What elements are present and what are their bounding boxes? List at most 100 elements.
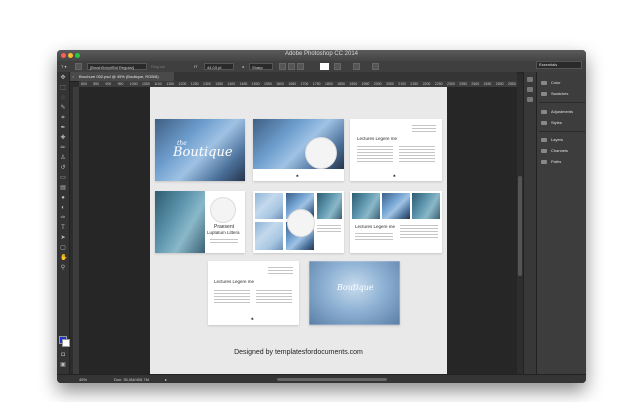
back-cover-brand-text: Boutique <box>337 283 374 292</box>
align-right-button[interactable] <box>297 63 304 70</box>
swatches-icon <box>541 92 547 96</box>
panel-channels[interactable]: Channels <box>541 147 568 155</box>
lasso-tool-icon[interactable]: ◌ <box>60 95 66 101</box>
panel-label-swatches: Swatches <box>551 91 569 96</box>
move-tool-icon[interactable]: ✥ <box>60 75 66 81</box>
anti-alias-select[interactable]: Sharp <box>249 63 273 70</box>
status-menu-arrow-icon[interactable]: ▸ <box>165 375 167 383</box>
horizontal-scroll-thumb[interactable] <box>277 378 387 381</box>
document-tab-label: Brochure 002.psd @ 45% (Boutique, RGB/8) <box>79 74 159 79</box>
page-6-text-col-1 <box>355 233 393 242</box>
panel-label-color: Color <box>551 80 561 85</box>
page-7-text-col-1 <box>214 290 250 305</box>
anti-alias-icon: a <box>242 64 245 69</box>
page-3-intro-text <box>412 125 436 134</box>
character-panel-button[interactable] <box>353 63 360 70</box>
panel-swatches[interactable]: Swatches <box>541 90 568 98</box>
collage-photo-4 <box>255 222 283 250</box>
hand-tool-icon[interactable]: ✋ <box>60 255 67 261</box>
tools-panel: ✥ ⬚ ◌ ✎ ⌗ ✒ ✚ ✏ ♙ ↺ ▭ ▤ ● ◐ ✑ T ➤ ▢ ✋ ⚲ … <box>57 72 70 374</box>
panel-label-paths: Paths <box>551 159 562 164</box>
document-page: the Boutique ♣ Lectures Legere me ♣ Prae… <box>150 87 447 374</box>
quick-mask-icon[interactable]: ◘ <box>60 352 66 358</box>
eyedropper-tool-icon[interactable]: ✒ <box>60 125 66 131</box>
orientation-toggle-icon[interactable] <box>75 63 82 70</box>
status-bar: 45% Doc: 35,0M/405,7M ▸ <box>57 374 586 383</box>
panel-adjustments[interactable]: Adjustments <box>541 108 573 116</box>
page-4-photo <box>155 191 205 253</box>
designer-credit: Designed by templatesfordocuments.com <box>234 349 363 356</box>
canvas-area[interactable]: the Boutique ♣ Lectures Legere me ♣ Prae… <box>79 87 517 374</box>
brochure-page-1: the Boutique <box>155 119 245 181</box>
page-7-text-col-2 <box>256 290 292 305</box>
panel-label-styles: Styles <box>551 120 562 125</box>
font-size-icon: tT <box>194 64 198 69</box>
brand-title-text: Boutique <box>173 145 233 160</box>
photoshop-window: Adobe Photoshop CC 2014 T ▾ [BrushScript… <box>57 50 586 383</box>
warp-text-button[interactable] <box>334 63 341 70</box>
layers-icon <box>541 138 547 142</box>
brush-tool-icon[interactable]: ✏ <box>60 145 66 151</box>
eraser-tool-icon[interactable]: ▭ <box>60 175 66 181</box>
strip-photo-1 <box>352 193 380 219</box>
clone-stamp-tool-icon[interactable]: ♙ <box>60 155 66 161</box>
font-size-field[interactable]: 44,03 pt <box>204 63 234 70</box>
zoom-level[interactable]: 45% <box>79 375 87 383</box>
text-color-swatch[interactable] <box>320 63 329 70</box>
history-panel-icon[interactable] <box>527 77 533 82</box>
vertical-scroll-thumb[interactable] <box>518 176 522 276</box>
brochure-page-3: Lectures Legere me ♣ <box>350 119 442 181</box>
align-left-button[interactable] <box>279 63 286 70</box>
path-selection-tool-icon[interactable]: ➤ <box>60 235 66 241</box>
blur-tool-icon[interactable]: ● <box>60 195 66 201</box>
logo-mark-icon: ♣ <box>393 173 396 178</box>
styles-icon <box>541 121 547 125</box>
properties-panel-icon[interactable] <box>527 87 533 92</box>
rectangle-tool-icon[interactable]: ▢ <box>60 245 66 251</box>
type-tool-icon[interactable]: T <box>60 225 66 231</box>
type-tool-preset-icon[interactable]: T ▾ <box>61 63 67 70</box>
marquee-tool-icon[interactable]: ⬚ <box>60 85 66 91</box>
panel-color[interactable]: Color <box>541 79 561 87</box>
panel-label-adjustments: Adjustments <box>551 109 574 114</box>
page-5-circle-badge <box>287 209 315 237</box>
crop-tool-icon[interactable]: ⌗ <box>60 115 66 121</box>
history-brush-tool-icon[interactable]: ↺ <box>60 165 66 171</box>
right-panel-dock: Color Swatches Adjustments Styles Layers… <box>536 72 586 374</box>
workspace-select[interactable]: Essentials <box>536 61 582 69</box>
brochure-page-7: Lectures Legere me ♣ <box>208 261 299 325</box>
logo-mark-icon: ♣ <box>296 173 299 178</box>
zoom-tool-icon[interactable]: ⚲ <box>60 265 66 271</box>
panel-label-channels: Channels <box>551 148 568 153</box>
paths-icon <box>541 160 547 164</box>
strip-photo-3 <box>412 193 440 219</box>
panel-label-layers: Layers <box>551 137 564 142</box>
dodge-tool-icon[interactable]: ◐ <box>60 205 66 211</box>
character-panel-icon[interactable] <box>527 97 533 102</box>
3d-button[interactable] <box>372 63 379 70</box>
panel-layers[interactable]: Layers <box>541 136 563 144</box>
brochure-page-6: Lectures Legere me <box>350 191 442 253</box>
panel-paths[interactable]: Paths <box>541 158 561 166</box>
page-4-text <box>210 239 238 245</box>
quick-select-tool-icon[interactable]: ✎ <box>60 105 66 111</box>
document-tab[interactable]: × Brochure 002.psd @ 45% (Boutique, RGB/… <box>69 72 174 81</box>
healing-brush-tool-icon[interactable]: ✚ <box>60 135 66 141</box>
font-style-select[interactable]: Regular <box>151 63 181 70</box>
logo-mark-icon: ♣ <box>251 316 254 321</box>
pen-tool-icon[interactable]: ✑ <box>60 215 66 221</box>
channels-icon <box>541 149 547 153</box>
font-family-select[interactable]: [BrushScriptStd Regular] <box>87 63 147 70</box>
close-tab-icon[interactable]: × <box>72 72 74 81</box>
window-title: Adobe Photoshop CC 2014 <box>284 51 359 57</box>
align-center-button[interactable] <box>288 63 295 70</box>
collapsed-panel-strip <box>523 72 536 374</box>
gradient-tool-icon[interactable]: ▤ <box>60 185 66 191</box>
screen-mode-icon[interactable]: ▣ <box>60 362 66 368</box>
page-5-text <box>317 225 341 234</box>
page-6-text-col-2 <box>400 225 438 240</box>
background-color-swatch[interactable] <box>62 339 70 347</box>
panel-styles[interactable]: Styles <box>541 119 562 127</box>
color-icon <box>541 81 547 85</box>
page-2-circle-badge <box>305 137 337 169</box>
